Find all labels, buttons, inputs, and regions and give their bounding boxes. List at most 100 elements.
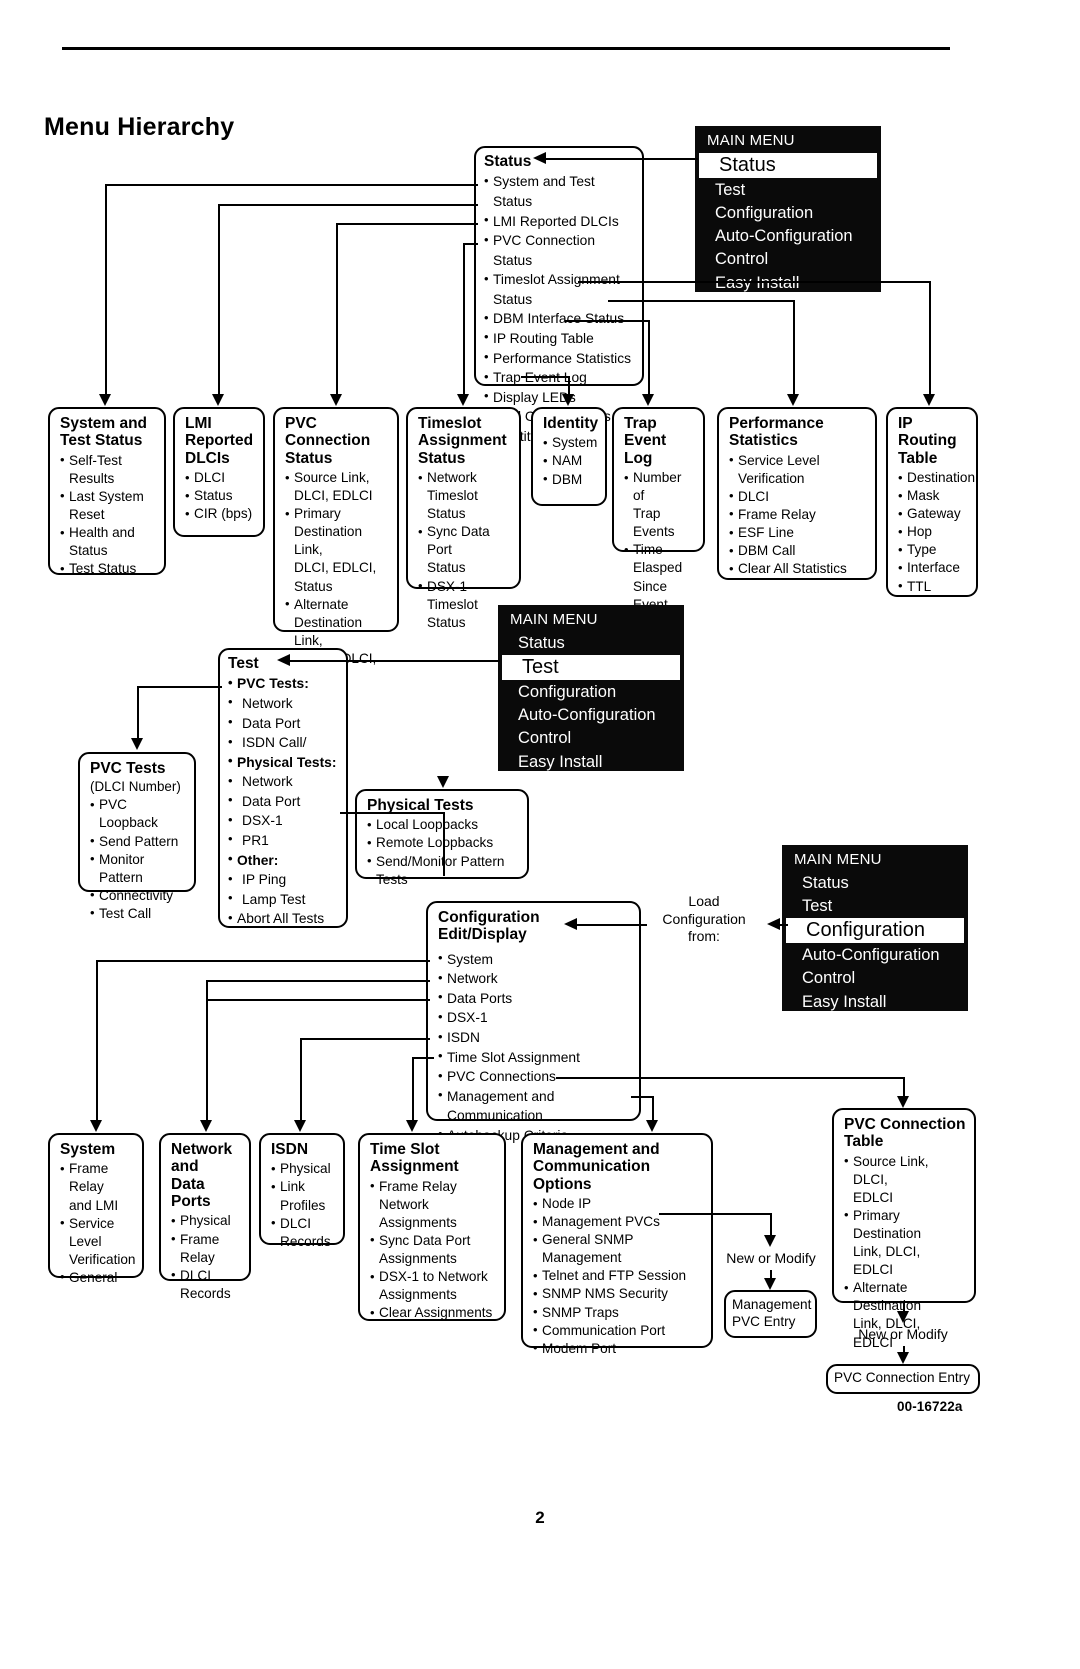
main-menu-configuration[interactable]: MAIN MENU Status Test Configuration Auto… — [782, 845, 968, 1011]
box-identity-header: Identity — [543, 415, 599, 432]
box-time-slot-assignment: Time Slot Assignment Frame Relay Network… — [358, 1133, 506, 1321]
status-item-trap-event-log[interactable]: Trap Event Log — [484, 368, 636, 388]
status-branch-header: Status — [484, 153, 532, 170]
box-isdn-header: ISDN — [271, 1141, 309, 1158]
connector-line — [96, 960, 430, 962]
arrow-down — [646, 1120, 658, 1132]
status-item-system-and-test-status[interactable]: System and Test Status — [484, 172, 636, 211]
main-menu-configuration-item-control[interactable]: Control — [782, 967, 968, 990]
connector-line — [463, 243, 465, 394]
connector-line — [137, 686, 139, 738]
status-item-performance-statistics[interactable]: Performance Statistics — [484, 348, 636, 369]
box-system-and-test-status-list: Self-Test Results Last System Reset Heal… — [60, 451, 156, 579]
list-item: Sync Data Port Status — [418, 523, 511, 577]
test-item-data-port[interactable]: Data Port — [228, 713, 340, 734]
status-item-timeslot-assignment-status[interactable]: Timeslot Assignment Status — [484, 270, 636, 309]
connector-line — [556, 1077, 904, 1079]
list-item: CIR (bps) — [185, 505, 255, 523]
test-item-abort-all-tests[interactable]: Abort All Tests — [228, 909, 340, 929]
config-item-data-ports[interactable]: Data Ports — [438, 988, 633, 1009]
connector-line — [300, 1038, 430, 1040]
main-menu-configuration-item-status[interactable]: Status — [782, 871, 968, 894]
main-menu-status-item-status[interactable]: Status — [699, 153, 877, 178]
connector-line — [659, 1213, 771, 1215]
label-new-or-modify-2: New or Modify — [858, 1326, 948, 1342]
label-new-or-modify-1: New or Modify — [726, 1250, 816, 1266]
test-item-network-physical[interactable]: Network — [228, 772, 340, 792]
test-item-physical-tests[interactable]: Physical Tests: — [228, 752, 340, 773]
config-item-dsx-1[interactable]: DSX-1 — [438, 1008, 633, 1028]
main-menu-test[interactable]: MAIN MENU Status Test Configuration Auto… — [498, 605, 684, 771]
test-item-dsx-1[interactable]: DSX-1 — [228, 811, 340, 831]
list-item: Mask — [898, 487, 968, 505]
test-item-data-port-physical[interactable]: Data Port — [228, 791, 340, 812]
main-menu-status-title: MAIN MENU — [707, 132, 795, 149]
box-timeslot-assignment-status: Timeslot Assignment Status Network Times… — [406, 407, 521, 630]
main-menu-status-item-test[interactable]: Test — [695, 179, 881, 202]
test-item-ip-ping[interactable]: IP Ping — [228, 870, 340, 890]
status-item-pvc-connection-status[interactable]: PVC Connection Status — [484, 231, 636, 270]
list-item: Test Call — [90, 904, 186, 923]
connector-line — [412, 1057, 414, 1120]
connector-line — [206, 980, 430, 982]
connector-line — [336, 223, 478, 225]
box-pvc-tests-subtitle: (DLCI Number) — [90, 779, 181, 795]
list-item: Communication Port — [533, 1321, 703, 1340]
list-item: Primary Destination Link, DLCI, EDLCI, S… — [285, 505, 389, 595]
status-item-lmi-reported-dlcis[interactable]: LMI Reported DLCIs — [484, 211, 636, 232]
list-item: Management PVCs — [533, 1213, 703, 1231]
test-item-lamp-test[interactable]: Lamp Test — [228, 889, 340, 910]
test-item-pr1[interactable]: PR1 — [228, 830, 340, 851]
config-item-network[interactable]: Network — [438, 969, 633, 989]
configuration-branch-list: System Network Data Ports DSX-1 ISDN Tim… — [438, 949, 633, 1146]
main-menu-test-item-configuration[interactable]: Configuration — [498, 681, 684, 704]
box-network-and-data-ports-header: Network and Data Ports — [171, 1141, 233, 1211]
arrow-down — [200, 1120, 212, 1132]
list-item: Source Link, DLCI, EDLCI — [285, 469, 389, 505]
main-menu-status-item-control[interactable]: Control — [695, 248, 881, 271]
main-menu-test-item-control[interactable]: Control — [498, 727, 684, 750]
main-menu-status-item-configuration[interactable]: Configuration — [695, 202, 881, 225]
box-network-and-data-ports: Network and Data Ports Physical Frame Re… — [159, 1133, 251, 1301]
arrow-down — [787, 394, 799, 406]
connector-line — [568, 376, 570, 394]
main-menu-configuration-item-auto-configuration[interactable]: Auto-Configuration — [782, 944, 968, 967]
list-item: Frame Relay Network Assignments — [370, 1177, 496, 1232]
box-time-slot-assignment-header: Time Slot Assignment — [370, 1141, 459, 1176]
box-management-pvc-entry-label: Management PVC Entry — [732, 1297, 812, 1329]
config-item-time-slot-assignment[interactable]: Time Slot Assignment — [438, 1047, 633, 1068]
box-physical-tests: Physical Tests Local Loopbacks Remote Lo… — [355, 789, 529, 887]
main-menu-test-item-status[interactable]: Status — [498, 631, 684, 654]
test-item-pvc-tests[interactable]: PVC Tests: — [228, 674, 340, 694]
main-menu-configuration-item-test[interactable]: Test — [782, 894, 968, 917]
box-ip-routing-table-list: Destination Mask Gateway Hop Type Interf… — [898, 469, 975, 596]
list-item: TTL — [898, 577, 968, 596]
main-menu-configuration-item-configuration[interactable]: Configuration — [786, 918, 964, 943]
connector-line — [648, 320, 650, 394]
config-item-system[interactable]: System — [438, 949, 633, 970]
test-item-network[interactable]: Network — [228, 693, 340, 714]
test-branch-box: Test PVC Tests: Network Data Port ISDN C… — [218, 648, 348, 928]
list-item: DLCI Records — [271, 1214, 335, 1251]
list-item: NAM — [543, 452, 597, 470]
config-item-management-and-communication[interactable]: Management and Communication — [438, 1086, 633, 1126]
list-item: Clear All Statistics — [729, 560, 867, 578]
test-item-other[interactable]: Other: — [228, 850, 340, 871]
list-item: Frame Relay — [171, 1230, 241, 1267]
main-menu-test-item-test[interactable]: Test — [502, 655, 680, 680]
list-item: DLCI — [729, 487, 867, 506]
status-item-display-leds[interactable]: Display LEDs — [484, 387, 636, 408]
main-menu-status-item-auto-configuration[interactable]: Auto-Configuration — [695, 225, 881, 248]
box-management-and-communication-options: Management and Communication Options Nod… — [521, 1133, 713, 1357]
box-identity: Identity System NAM DBM — [531, 407, 607, 506]
main-menu-test-item-auto-configuration[interactable]: Auto-Configuration — [498, 704, 684, 727]
status-item-ip-routing-table[interactable]: IP Routing Table — [484, 328, 636, 349]
connector-line — [565, 320, 649, 322]
main-menu-status[interactable]: MAIN MENU Status Test Configuration Auto… — [695, 126, 881, 292]
test-item-isdn-call[interactable]: ISDN Call/ — [228, 733, 340, 753]
arrow-down — [923, 394, 935, 406]
arrow-down — [131, 738, 143, 750]
config-item-isdn[interactable]: ISDN — [438, 1028, 633, 1048]
main-menu-configuration-item-easy-install[interactable]: Easy Install — [782, 990, 968, 1013]
main-menu-test-item-easy-install[interactable]: Easy Install — [498, 750, 684, 773]
